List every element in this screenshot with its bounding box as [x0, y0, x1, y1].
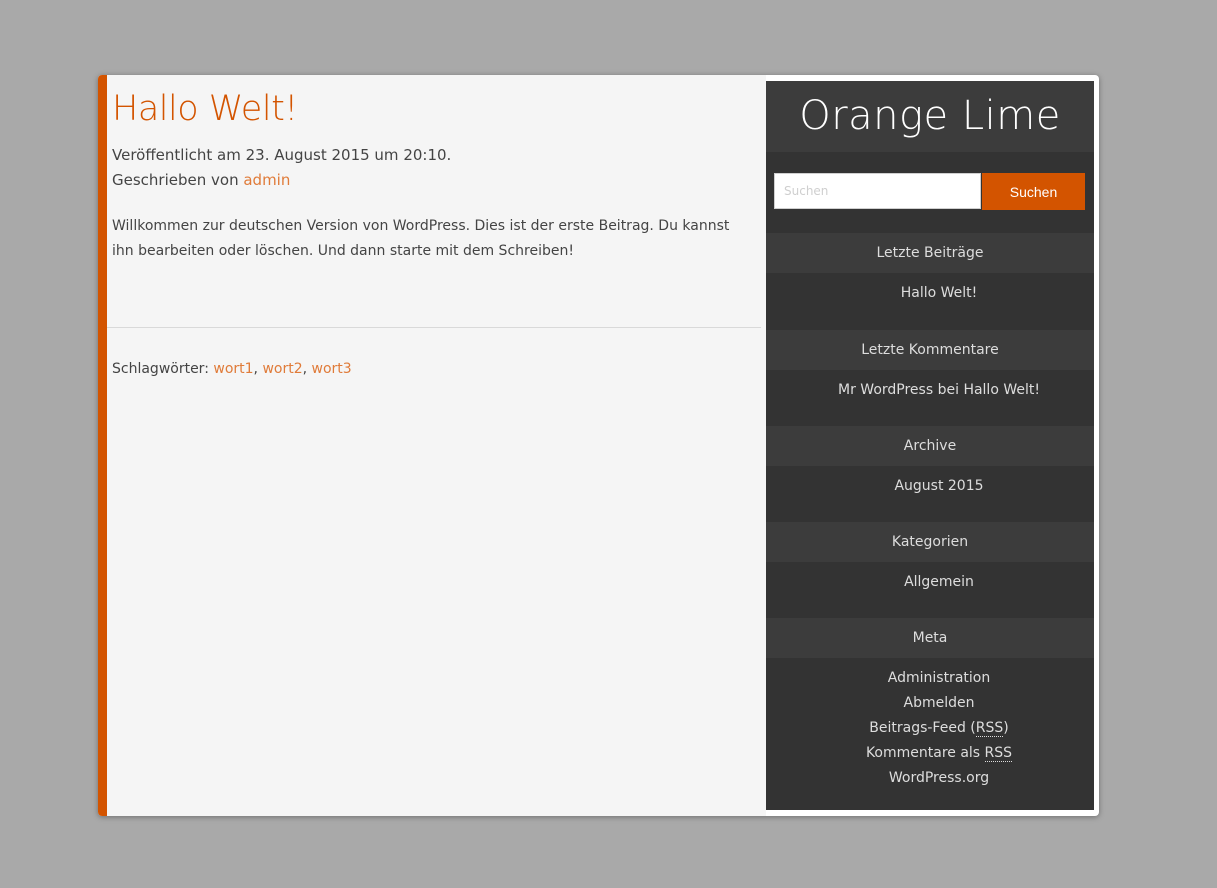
list-item: Hallo Welt!: [766, 281, 1094, 306]
category-link[interactable]: Allgemein: [904, 574, 974, 590]
page-container: Hallo Welt! Veröffentlicht am 23. August…: [98, 75, 1099, 816]
list-item: WordPress.org: [766, 766, 1094, 791]
posts-feed-suffix: ): [1003, 720, 1009, 736]
list-item: Abmelden: [766, 691, 1094, 716]
widget-title-categories: Kategorien: [766, 522, 1094, 562]
author-link[interactable]: admin: [243, 171, 290, 189]
widget-title-archive: Archive: [766, 426, 1094, 466]
post-tags: Schlagwörter: wort1, wort2, wort3: [112, 361, 352, 377]
list-item: August 2015: [766, 474, 1094, 499]
rss-abbr: RSS: [984, 745, 1013, 762]
widget-title-recent-posts: Letzte Beiträge: [766, 233, 1094, 273]
comment-post-link[interactable]: Hallo Welt!: [963, 382, 1040, 398]
widget-title-recent-comments: Letzte Kommentare: [766, 330, 1094, 370]
categories-list: Allgemein: [766, 570, 1094, 595]
tag-link[interactable]: wort3: [312, 361, 352, 377]
accent-bar: [98, 75, 107, 816]
list-item: Beitrags-Feed (RSS): [766, 716, 1094, 741]
archive-list: August 2015: [766, 474, 1094, 499]
comment-connector: bei: [937, 382, 959, 398]
site-title[interactable]: Orange Lime: [766, 81, 1094, 152]
recent-comments-list: Mr WordPress bei Hallo Welt!: [766, 378, 1094, 403]
rss-abbr: RSS: [975, 720, 1004, 737]
post-author-line: Geschrieben von admin: [112, 170, 290, 190]
meta-posts-feed-link[interactable]: Beitrags-Feed (RSS): [869, 720, 1009, 737]
search-button[interactable]: Suchen: [982, 173, 1085, 210]
tags-label: Schlagwörter:: [112, 361, 209, 377]
recent-posts-list: Hallo Welt!: [766, 281, 1094, 306]
list-item: Administration: [766, 666, 1094, 691]
sidebar: Orange Lime Suchen Letzte Beiträge Hallo…: [766, 81, 1094, 810]
meta-logout-link[interactable]: Abmelden: [904, 695, 975, 711]
comments-feed-prefix: Kommentare als: [865, 745, 981, 761]
meta-comments-feed-link[interactable]: Kommentare als RSS: [865, 745, 1013, 762]
list-item: Mr WordPress bei Hallo Welt!: [766, 378, 1094, 403]
meta-wordpress-org-link[interactable]: WordPress.org: [889, 770, 989, 786]
post-body: Willkommen zur deutschen Version von Wor…: [112, 218, 730, 259]
meta-admin-link[interactable]: Administration: [888, 670, 990, 686]
tag-link[interactable]: wort2: [262, 361, 302, 377]
list-item: Allgemein: [766, 570, 1094, 595]
comment-author-link[interactable]: Mr WordPress: [838, 382, 933, 398]
post-divider: [107, 327, 761, 328]
archive-link[interactable]: August 2015: [894, 478, 983, 494]
widget-title-meta: Meta: [766, 618, 1094, 658]
recent-post-link[interactable]: Hallo Welt!: [901, 285, 978, 301]
post-published-date: Veröffentlicht am 23. August 2015 um 20:…: [112, 146, 452, 164]
search-input[interactable]: [774, 173, 981, 209]
posts-feed-prefix: Beitrags-Feed (: [869, 720, 976, 736]
post-title[interactable]: Hallo Welt!: [112, 89, 298, 129]
author-prefix: Geschrieben von: [112, 171, 239, 189]
meta-list: Administration Abmelden Beitrags-Feed (R…: [766, 666, 1094, 791]
tag-link[interactable]: wort1: [213, 361, 253, 377]
main-content: Hallo Welt! Veröffentlicht am 23. August…: [107, 75, 766, 816]
list-item: Kommentare als RSS: [766, 741, 1094, 766]
